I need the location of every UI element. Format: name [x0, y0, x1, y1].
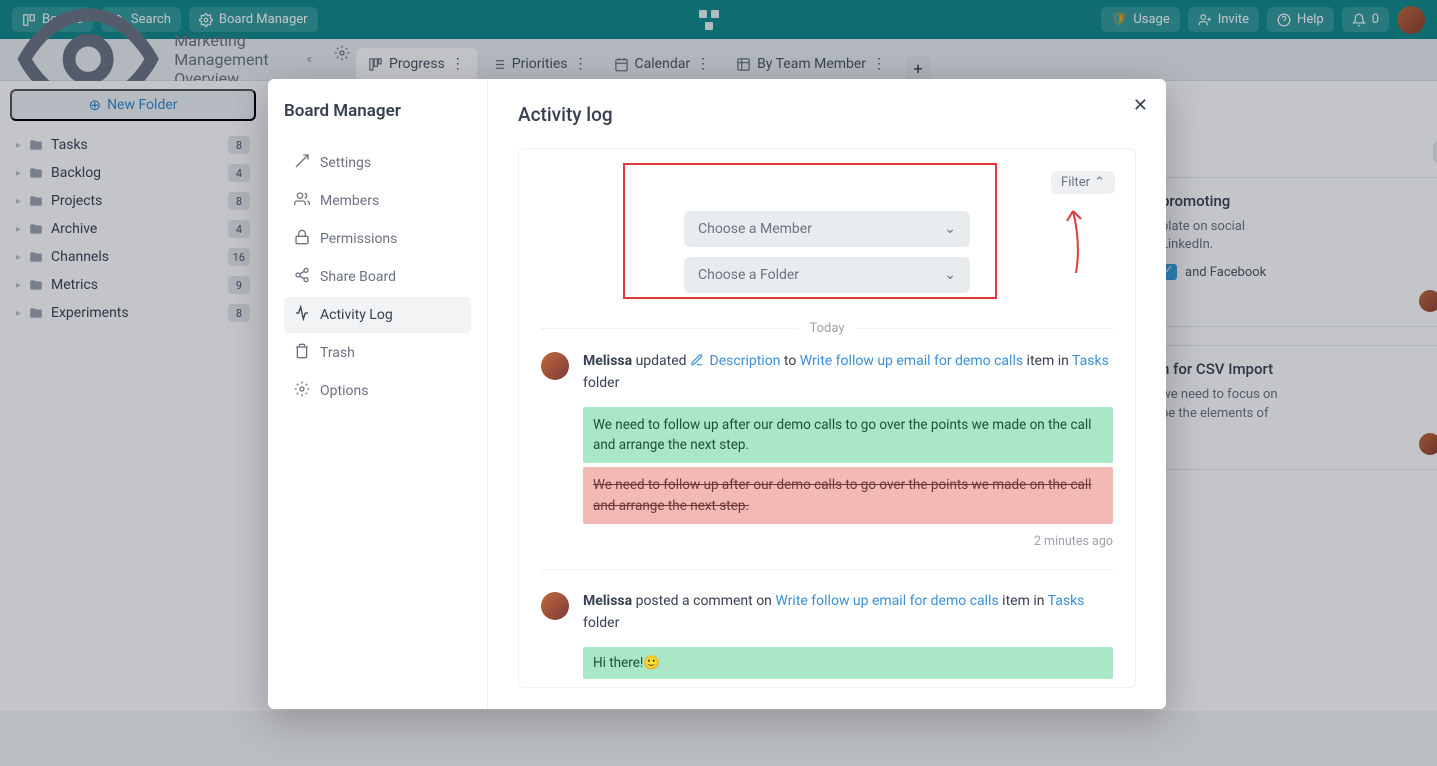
nav-icon: [294, 267, 310, 287]
nav-label: Share Board: [320, 269, 396, 285]
nav-label: Permissions: [320, 231, 397, 247]
entry-text: Melissa updated Description to Write fol…: [583, 350, 1113, 395]
nav-icon: [294, 381, 310, 401]
nav-icon: [294, 343, 310, 363]
annotation-arrow: [1061, 203, 1091, 273]
entry-timestamp: 2 minutes ago: [583, 534, 1113, 549]
filter-label: Filter: [1061, 175, 1090, 190]
diff-removed: We need to follow up after our demo call…: [583, 467, 1113, 524]
modal-nav-permissions[interactable]: Permissions: [284, 221, 471, 257]
edit-icon: [690, 353, 704, 367]
activity-entry: Melissa updated Description to Write fol…: [541, 350, 1113, 570]
nav-label: Settings: [320, 155, 371, 171]
modal-nav-share-board[interactable]: Share Board: [284, 259, 471, 295]
activity-entry: Melissa posted a comment on Write follow…: [541, 590, 1113, 688]
item-link[interactable]: Write follow up email for demo calls: [775, 593, 998, 609]
folder-link[interactable]: Tasks: [1072, 353, 1109, 369]
member-select-placeholder: Choose a Member: [698, 221, 812, 237]
entry-text: Melissa posted a comment on Write follow…: [583, 590, 1113, 635]
chevron-up-icon: ⌃: [1094, 175, 1105, 190]
nav-label: Activity Log: [320, 307, 393, 323]
activity-log-panel: Filter ⌃ Choose a Member ⌄ Choose a Fold…: [518, 148, 1136, 688]
board-manager-modal: Board Manager Settings Members Permissions…: [268, 79, 1166, 709]
filter-toggle[interactable]: Filter ⌃: [1051, 171, 1115, 194]
folder-select[interactable]: Choose a Folder ⌄: [684, 257, 970, 293]
modal-nav-options[interactable]: Options: [284, 373, 471, 409]
entry-avatar[interactable]: [541, 592, 569, 620]
modal-nav-title: Board Manager: [284, 101, 471, 121]
modal-body: ✕ Activity log Filter ⌃ Choose a Member …: [488, 79, 1166, 709]
diff-added: We need to follow up after our demo call…: [583, 407, 1113, 464]
nav-label: Trash: [320, 345, 355, 361]
comment-body: Hi there!🙂: [583, 647, 1113, 679]
field-link[interactable]: Description: [710, 353, 781, 369]
item-link[interactable]: Write follow up email for demo calls: [800, 353, 1023, 369]
modal-nav: Board Manager Settings Members Permissions…: [268, 79, 488, 709]
nav-icon: [294, 305, 310, 325]
close-button[interactable]: ✕: [1129, 91, 1152, 120]
folder-link[interactable]: Tasks: [1048, 593, 1085, 609]
modal-nav-settings[interactable]: Settings: [284, 145, 471, 181]
nav-label: Members: [320, 193, 379, 209]
entry-avatar[interactable]: [541, 352, 569, 380]
nav-icon: [294, 229, 310, 249]
modal-nav-trash[interactable]: Trash: [284, 335, 471, 371]
modal-nav-members[interactable]: Members: [284, 183, 471, 219]
folder-select-placeholder: Choose a Folder: [698, 267, 799, 283]
modal-title: Activity log: [518, 103, 1136, 126]
nav-label: Options: [320, 383, 368, 399]
date-divider: Today: [810, 321, 845, 336]
chevron-down-icon: ⌄: [944, 267, 956, 283]
nav-icon: [294, 191, 310, 211]
nav-icon: [294, 153, 310, 173]
modal-nav-activity-log[interactable]: Activity Log: [284, 297, 471, 333]
member-select[interactable]: Choose a Member ⌄: [684, 211, 970, 247]
chevron-down-icon: ⌄: [944, 221, 956, 237]
